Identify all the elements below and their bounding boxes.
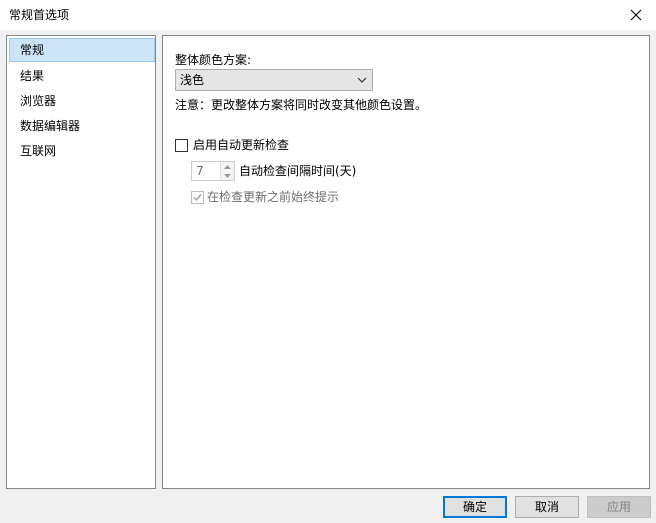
checkmark-icon (193, 194, 202, 202)
title-bar: 常规首选项 (0, 0, 656, 30)
spin-up-button[interactable] (221, 162, 234, 171)
update-interval-value: 7 (196, 164, 204, 178)
spin-up-icon (224, 164, 231, 169)
sidebar-item-internet[interactable]: 互联网 (9, 139, 155, 163)
category-list: 常规 结果 浏览器 数据编辑器 互联网 (6, 35, 156, 489)
color-scheme-note: 注意：更改整体方案将同时改变其他颜色设置。 (175, 98, 428, 112)
ok-button[interactable]: 确定 (443, 496, 507, 518)
settings-panel: 整体颜色方案: 浅色 注意：更改整体方案将同时改变其他颜色设置。 启用自动更新检… (162, 35, 650, 489)
close-button[interactable] (616, 0, 656, 30)
color-scheme-value: 浅色 (180, 73, 205, 87)
always-prompt-checkbox[interactable] (191, 191, 204, 204)
preferences-dialog: 常规首选项 常规 结果 浏览器 数据编辑器 互联网 整体颜色方案: 浅色 注意：… (0, 0, 656, 523)
sidebar-item-results[interactable]: 结果 (9, 64, 155, 88)
sidebar-item-browser[interactable]: 浏览器 (9, 89, 155, 113)
auto-update-checkbox[interactable] (175, 139, 188, 152)
cancel-button[interactable]: 取消 (515, 496, 579, 518)
close-icon (630, 9, 642, 21)
auto-update-label[interactable]: 启用自动更新检查 (193, 137, 289, 153)
window-title: 常规首选项 (9, 8, 70, 22)
color-scheme-select[interactable]: 浅色 (175, 69, 373, 91)
update-interval-spinner[interactable]: 7 (191, 161, 235, 181)
spinner-buttons (220, 162, 234, 180)
apply-button[interactable]: 应用 (587, 496, 651, 518)
update-interval-label: 自动检查间隔时间(天) (239, 164, 357, 178)
color-scheme-label: 整体颜色方案: (175, 53, 252, 67)
spin-down-icon (224, 173, 231, 178)
always-prompt-label: 在检查更新之前始终提示 (207, 190, 340, 204)
sidebar-item-general[interactable]: 常规 (9, 38, 155, 62)
chevron-down-icon (357, 77, 367, 83)
spin-down-button[interactable] (221, 171, 234, 180)
sidebar-item-data-editor[interactable]: 数据编辑器 (9, 114, 155, 138)
